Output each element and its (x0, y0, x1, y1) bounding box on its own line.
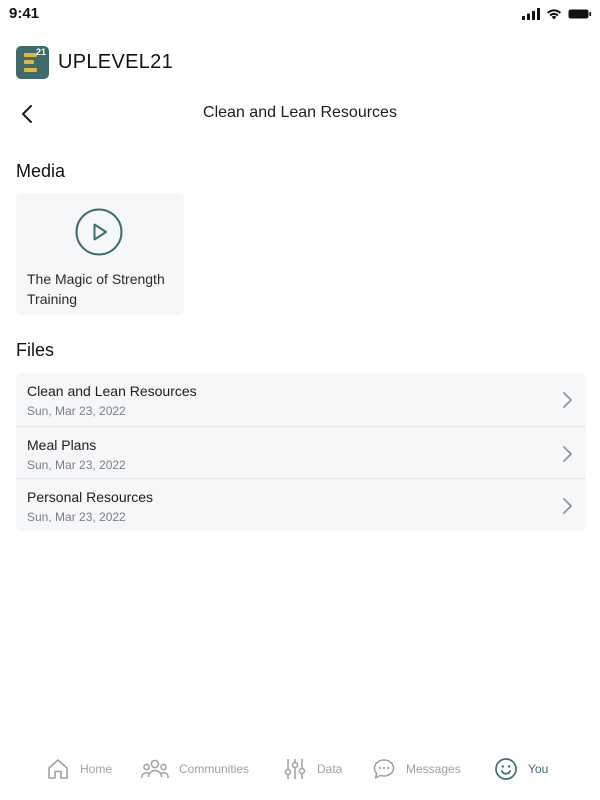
battery-icon (568, 8, 592, 20)
tab-data[interactable]: Data (283, 754, 342, 784)
file-date: Sun, Mar 23, 2022 (27, 457, 126, 472)
chat-icon (373, 759, 395, 779)
play-icon (75, 208, 123, 256)
brand-name: UPLEVEL21 (58, 50, 173, 73)
status-bar: 9:41 (0, 0, 600, 30)
tab-label: You (528, 762, 549, 776)
home-icon (48, 759, 68, 779)
chevron-right-icon (563, 498, 572, 514)
media-title: The Magic of Strength Training (27, 271, 165, 307)
tab-label: Data (317, 762, 343, 776)
smile-icon (495, 758, 517, 780)
chevron-right-icon (563, 392, 572, 408)
tab-home[interactable]: Home (46, 754, 112, 784)
tab-label: Communities (179, 762, 250, 776)
files-section-title: Files (16, 340, 55, 360)
media-card[interactable]: The Magic of Strength Training (16, 193, 184, 315)
nav-header: Clean and Lean Resources (0, 95, 600, 131)
brand: 21 UPLEVEL21 (16, 45, 173, 79)
file-name: Personal Resources (27, 489, 154, 505)
tab-label: Home (80, 762, 113, 776)
file-name: Meal Plans (27, 436, 97, 453)
media-section-title: Media (16, 161, 66, 181)
file-row[interactable]: Clean and Lean Resources Sun, Mar 23, 20… (16, 373, 586, 426)
file-name: Clean and Lean Resources (27, 383, 197, 399)
tab-communities[interactable]: Communities (141, 754, 249, 784)
tab-you[interactable]: You (494, 754, 548, 784)
chevron-right-icon (563, 445, 572, 462)
tab-messages[interactable]: Messages (372, 754, 461, 784)
brand-logo-number: 21 (35, 46, 46, 57)
brand-logo: 21 (16, 45, 49, 79)
page-title: Clean and Lean Resources (203, 104, 397, 121)
sliders-icon (284, 759, 306, 779)
tab-bar: Home Communities Data Messages You (0, 748, 600, 792)
tab-label: Messages (406, 762, 461, 776)
file-date: Sun, Mar 23, 2022 (27, 404, 126, 418)
status-icons (522, 8, 592, 20)
file-row[interactable]: Meal Plans Sun, Mar 23, 2022 (16, 425, 586, 479)
signal-icon (522, 8, 540, 20)
files-list: Clean and Lean Resources Sun, Mar 23, 20… (16, 373, 586, 531)
wifi-icon (546, 8, 562, 20)
file-date: Sun, Mar 23, 2022 (27, 510, 126, 524)
status-time: 9:41 (9, 5, 40, 22)
file-row[interactable]: Personal Resources Sun, Mar 23, 2022 (16, 478, 586, 531)
people-icon (141, 759, 169, 779)
